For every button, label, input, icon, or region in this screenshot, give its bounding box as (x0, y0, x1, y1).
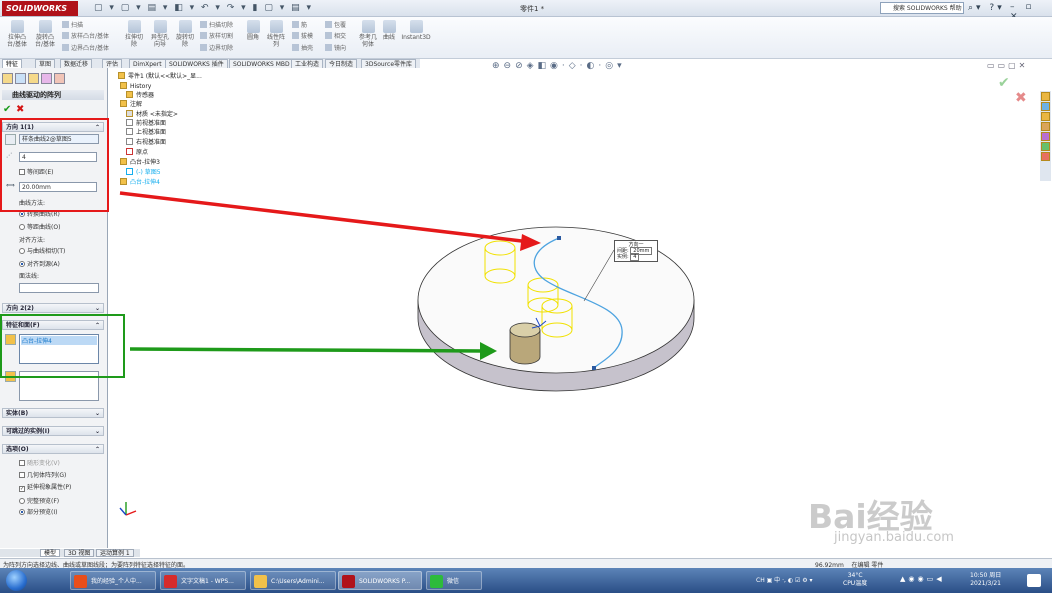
tab-model[interactable]: 模型 (40, 549, 61, 557)
taskbar-item-label: C:\Users\Admini... (271, 578, 325, 585)
taskbar-item-browser[interactable]: 我的经验_个人中... (70, 571, 156, 590)
spline-endpoint-handle (557, 236, 561, 240)
taskbar-item-explorer[interactable]: C:\Users\Admini... (250, 571, 336, 590)
callout-count-label: 实例: (617, 254, 629, 260)
weather-temp: 34°C (847, 572, 863, 579)
weather-label: CPU温度 (843, 580, 868, 587)
tray-icons[interactable]: ▲◉◉▭◀ (900, 575, 945, 583)
spline-endpoint-handle (592, 366, 596, 370)
features-highlight (0, 314, 125, 378)
taskbar-item-solidworks[interactable]: SOLIDWORKS P... (338, 571, 422, 590)
windows-taskbar (0, 568, 1052, 593)
direction1-highlight (0, 118, 109, 212)
solidworks-window: SOLIDWORKS ▢ ▾ ▢ ▾ ▤ ▾ ◧ ▾ ↶ ▾ ↷ ▾ ▮ ▢ ▾… (0, 0, 1052, 593)
red-pointer-arrow (119, 191, 531, 244)
taskbar-item-label: 我的经验_个人中... (91, 578, 142, 585)
callout-count-value[interactable]: 4 (630, 253, 640, 261)
taskbar-item-label: 文字文稿1 - WPS... (181, 578, 234, 585)
system-tray[interactable]: CH ▣ 中 ·, ◐ ☑ ⚙ ▾ (756, 570, 813, 591)
clock-date: 2021/3/21 (970, 580, 1001, 587)
taskbar-item-label: 微信 (447, 578, 460, 585)
seed-boss-top (509, 322, 541, 338)
pattern-callout[interactable]: 方向一 间距: 20mm 实例: 4 (614, 240, 658, 262)
notification-icon[interactable] (1027, 574, 1041, 587)
tab-3d-views[interactable]: 3D 视图 (64, 549, 95, 557)
taskbar-clock[interactable]: 10:50 周日 2021/3/21 (970, 572, 1001, 588)
taskbar-item-wechat[interactable]: 微信 (426, 571, 482, 590)
taskbar-item-wps[interactable]: 文字文稿1 - WPS... (160, 571, 246, 590)
tab-motion-study[interactable]: 运动算例 1 (96, 549, 134, 557)
start-button[interactable] (6, 570, 27, 591)
weather-widget[interactable]: 34°C CPU温度 (843, 572, 867, 588)
taskbar-item-label: SOLIDWORKS P... (359, 578, 411, 585)
solidworks-icon (342, 575, 355, 588)
folder-icon (254, 575, 267, 588)
wechat-icon (430, 575, 443, 588)
browser-icon (74, 575, 87, 588)
wps-icon (164, 575, 177, 588)
baidu-watermark-url: jingyan.baidu.com (834, 530, 954, 545)
clock-time: 10:50 周日 (970, 572, 1002, 579)
green-pointer-arrow (129, 347, 485, 353)
model-tabs: 模型 3D 视图 运动算例 1 (0, 549, 140, 557)
view-triad-icon (119, 502, 137, 516)
